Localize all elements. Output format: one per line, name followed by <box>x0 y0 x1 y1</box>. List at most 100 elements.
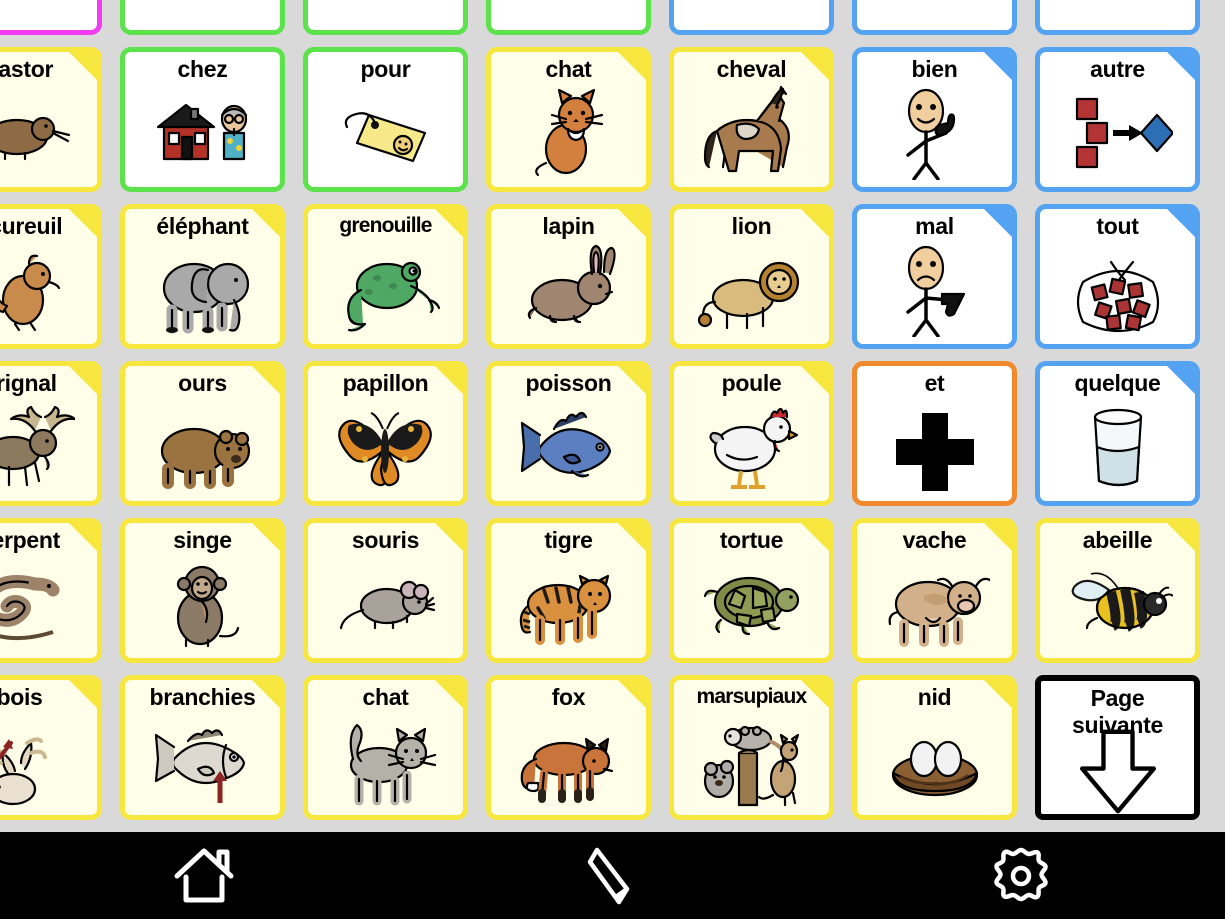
marsupials-icon <box>674 710 829 810</box>
grid-cell-grenouille[interactable]: grenouille <box>303 204 468 349</box>
squirrel-icon <box>0 239 97 339</box>
cell-label: chez <box>125 52 280 82</box>
grid-row: orignal ours papillon poisson pouleet quelque <box>0 361 1225 518</box>
cell-label: lapin <box>491 209 646 239</box>
cell-label: Page suivante <box>1041 681 1194 739</box>
grid-cell-bois[interactable]: bois <box>0 675 102 820</box>
grid-cell-fox[interactable]: fox <box>486 675 651 820</box>
grid-cell-autre[interactable]: autre <box>1035 47 1200 192</box>
grid-row <box>0 0 1225 47</box>
fish-gills-icon <box>125 710 280 810</box>
grid-cell-tortue[interactable]: tortue <box>669 518 834 663</box>
cell-label: castor <box>0 52 97 82</box>
grid-cell-poule[interactable]: poule <box>669 361 834 506</box>
grid-cell-quelque[interactable]: quelque <box>1035 361 1200 506</box>
cell-label: fox <box>491 680 646 710</box>
gear-icon <box>991 846 1051 906</box>
grey-cat-standing-icon <box>308 710 463 810</box>
grid-cell-mal[interactable]: mal <box>852 204 1017 349</box>
grid-cell-bien[interactable]: bien <box>852 47 1017 192</box>
cell-label: tigre <box>491 523 646 553</box>
grid-cell-chat[interactable]: chat <box>303 675 468 820</box>
grid-cell-empty[interactable] <box>1035 0 1200 35</box>
moose-icon <box>0 396 97 496</box>
grid-cell-empty[interactable] <box>0 0 102 35</box>
home-button[interactable] <box>0 832 408 919</box>
grid-cell-orignal[interactable]: orignal <box>0 361 102 506</box>
cell-label: ours <box>125 366 280 396</box>
mouse-icon <box>308 553 463 653</box>
cell-label: chat <box>491 52 646 82</box>
bee-icon <box>1040 553 1195 653</box>
grid-row: serpent singe souris tigre tortue vache abeill… <box>0 518 1225 675</box>
squares-to-diamond-icon <box>1040 82 1195 182</box>
grid-cell-lapin[interactable]: lapin <box>486 204 651 349</box>
horse-icon <box>674 82 829 182</box>
plus-sign-icon <box>857 396 1012 496</box>
cell-label: pour <box>308 52 463 82</box>
grid-cell-poisson[interactable]: poisson <box>486 361 651 506</box>
grid-cell-chat[interactable]: chat <box>486 47 651 192</box>
grid-cell-lion[interactable]: lion <box>669 204 834 349</box>
orange-cat-sitting-icon <box>491 82 646 182</box>
grid-cell-tigre[interactable]: tigre <box>486 518 651 663</box>
cell-label: éléphant <box>125 209 280 239</box>
grid-cell-ours[interactable]: ours <box>120 361 285 506</box>
grid-cell-lphant[interactable]: éléphant <box>120 204 285 349</box>
grid-cell-nid[interactable]: nid <box>852 675 1017 820</box>
cell-label: singe <box>125 523 280 553</box>
grid-cell-vache[interactable]: vache <box>852 518 1017 663</box>
rabbit-icon <box>491 239 646 339</box>
hen-icon <box>674 396 829 496</box>
grid-cell-serpent[interactable]: serpent <box>0 518 102 663</box>
grid-cell-cureuil[interactable]: écureuil <box>0 204 102 349</box>
lion-icon <box>674 239 829 339</box>
grid-cell-empty[interactable] <box>303 0 468 35</box>
grid-cell-empty[interactable] <box>120 0 285 35</box>
grid-cell-tout[interactable]: tout <box>1035 204 1200 349</box>
grid-cell-marsupiaux[interactable]: marsupiaux <box>669 675 834 820</box>
cell-label: marsupiaux <box>674 680 829 710</box>
cell-label: souris <box>308 523 463 553</box>
down-arrow-icon <box>1041 739 1194 805</box>
grid-cell-et[interactable]: et <box>852 361 1017 506</box>
grid-cell-empty[interactable] <box>852 0 1017 35</box>
cell-label: papillon <box>308 366 463 396</box>
cell-label: écureuil <box>0 209 97 239</box>
grid-cell-abeille[interactable]: abeille <box>1035 518 1200 663</box>
bag-of-blocks-icon <box>1040 239 1195 339</box>
cell-label: serpent <box>0 523 97 553</box>
bear-icon <box>125 396 280 496</box>
grid-cell-chez[interactable]: chez <box>120 47 285 192</box>
monkey-icon <box>125 553 280 653</box>
gift-tag-icon <box>308 82 463 182</box>
cell-label: abeille <box>1040 523 1195 553</box>
symbol-grid: castor chez pour chat chevalbien autre écureui… <box>0 0 1225 832</box>
fox-icon <box>491 710 646 810</box>
edit-button[interactable] <box>408 832 816 919</box>
cell-label: poule <box>674 366 829 396</box>
turtle-icon <box>674 553 829 653</box>
cell-label: quelque <box>1040 366 1195 396</box>
elephant-icon <box>125 239 280 339</box>
grid-cell-cheval[interactable]: cheval <box>669 47 834 192</box>
grid-cell-empty[interactable] <box>486 0 651 35</box>
cell-label: nid <box>857 680 1012 710</box>
grid-cell-castor[interactable]: castor <box>0 47 102 192</box>
cell-label: lion <box>674 209 829 239</box>
cell-label: tout <box>1040 209 1195 239</box>
grid-cell-singe[interactable]: singe <box>120 518 285 663</box>
grid-cell-branchies[interactable]: branchies <box>120 675 285 820</box>
tiger-icon <box>491 553 646 653</box>
grid-cell-empty[interactable] <box>669 0 834 35</box>
cell-label: autre <box>1040 52 1195 82</box>
cell-label: branchies <box>125 680 280 710</box>
settings-button[interactable] <box>817 832 1225 919</box>
grid-cell-souris[interactable]: souris <box>303 518 468 663</box>
cell-label: bois <box>0 680 97 710</box>
grid-cell-papillon[interactable]: papillon <box>303 361 468 506</box>
grid-cell-pour[interactable]: pour <box>303 47 468 192</box>
grid-cell-page-suivante[interactable]: Page suivante <box>1035 675 1200 820</box>
thumbs-down-person-icon <box>857 239 1012 339</box>
cell-label: vache <box>857 523 1012 553</box>
